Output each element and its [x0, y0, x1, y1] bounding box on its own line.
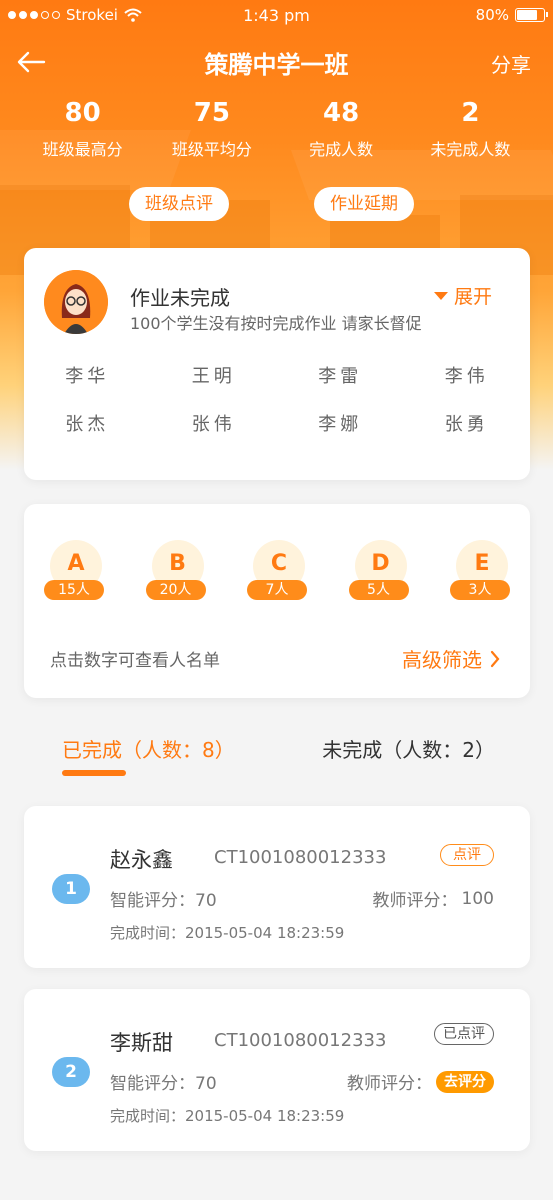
- grade-count[interactable]: 20人: [145, 580, 206, 600]
- stat-uncompleted-count: 2 未完成人数: [415, 98, 525, 160]
- teacher-score: 教师评分： 100: [372, 886, 494, 912]
- class-review-button[interactable]: 班级点评: [129, 187, 229, 221]
- homework-delay-button[interactable]: 作业延期: [314, 187, 414, 221]
- page-title: 策腾中学一班: [204, 51, 349, 79]
- avatar: [44, 270, 108, 334]
- stat-avg-score: 75 班级平均分: [157, 98, 267, 160]
- grade-item-a[interactable]: A 15人: [44, 540, 108, 604]
- review-button[interactable]: 点评: [440, 844, 494, 866]
- student-name[interactable]: 王明: [151, 362, 278, 388]
- student-id: CT1001080012333: [214, 1030, 387, 1051]
- student-id: CT1001080012333: [214, 847, 387, 868]
- list-item[interactable]: 2 李斯甜 CT1001080012333 已点评 智能评分：70 教师评分： …: [24, 989, 530, 1151]
- student-name: 赵永鑫: [110, 848, 173, 872]
- index-badge: 2: [52, 1057, 90, 1087]
- completion-tabs: 已完成（人数：8） 未完成（人数：2）: [0, 730, 553, 780]
- student-name[interactable]: 张伟: [151, 410, 278, 436]
- teacher-score-value: 100: [461, 888, 494, 909]
- battery-icon: [515, 8, 548, 22]
- stat-label: 班级最高分: [42, 140, 123, 159]
- stat-completed-count: 48 完成人数: [286, 98, 396, 160]
- reviewed-badge: 已点评: [434, 1023, 494, 1045]
- student-name[interactable]: 李娜: [277, 410, 404, 436]
- teacher-score-label: 教师评分：: [372, 891, 458, 911]
- go-score-button[interactable]: 去评分: [436, 1070, 494, 1093]
- grade-item-b[interactable]: B 20人: [145, 540, 210, 604]
- stat-label: 未完成人数: [430, 140, 511, 159]
- student-name[interactable]: 李华: [24, 362, 151, 388]
- grade-item-e[interactable]: E 3人: [450, 540, 514, 604]
- stat-value: 2: [461, 98, 480, 128]
- stat-max-score: 80 班级最高分: [28, 98, 138, 160]
- stat-value: 80: [64, 98, 101, 128]
- grade-count[interactable]: 15人: [44, 580, 104, 600]
- completion-time: 完成时间：2015-05-04 18:23:59: [110, 1107, 345, 1125]
- advanced-filter-label: 高级筛选: [402, 648, 482, 672]
- student-name[interactable]: 张杰: [24, 410, 151, 436]
- active-tab-indicator: [62, 770, 126, 776]
- share-button[interactable]: 分享: [491, 49, 531, 78]
- grade-count[interactable]: 5人: [348, 580, 409, 600]
- caret-down-icon: [433, 291, 448, 300]
- student-name[interactable]: 李雷: [277, 362, 404, 388]
- grade-count[interactable]: 3人: [450, 580, 510, 600]
- smart-score: 智能评分：70: [110, 891, 217, 911]
- stat-label: 班级平均分: [171, 140, 252, 159]
- student-name[interactable]: 张勇: [404, 410, 531, 436]
- expand-button[interactable]: 展开: [433, 282, 492, 309]
- unfinished-name-list: 李华 王明 李雷 李伟 张杰 张伟 李娜 张勇: [24, 362, 530, 436]
- grade-item-c[interactable]: C 7人: [247, 540, 311, 604]
- grade-item-d[interactable]: D 5人: [348, 540, 413, 604]
- grade-count[interactable]: 7人: [247, 580, 307, 600]
- stat-value: 75: [193, 98, 230, 128]
- status-bar: Strokei 1:43 pm 80%: [0, 0, 553, 30]
- stat-value: 48: [323, 98, 360, 128]
- unfinished-title: 作业未完成: [130, 286, 230, 310]
- class-stats: 80 班级最高分 75 班级平均分 48 完成人数 2 未完成人数: [0, 98, 553, 160]
- unfinished-card: 作业未完成 100个学生没有按时完成作业 请家长督促 展开 李华 王明 李雷 李…: [24, 248, 530, 480]
- index-badge: 1: [52, 874, 90, 904]
- grade-hint: 点击数字可查看人名单: [50, 651, 220, 671]
- teacher-score-label: 教师评分：: [347, 1074, 432, 1094]
- expand-label: 展开: [453, 286, 492, 308]
- completion-time: 完成时间：2015-05-04 18:23:59: [110, 924, 345, 942]
- teacher-score: 教师评分： 去评分: [347, 1069, 494, 1094]
- advanced-filter-link[interactable]: 高级筛选: [402, 644, 500, 673]
- grade-list: A 15人 B 20人 C 7人 D 5人 E 3人: [44, 540, 514, 604]
- student-name: 李斯甜: [110, 1031, 173, 1055]
- student-name[interactable]: 李伟: [404, 362, 531, 388]
- tab-completed[interactable]: 已完成（人数：8）: [62, 734, 235, 763]
- smart-score: 智能评分：70: [110, 1074, 217, 1094]
- list-item[interactable]: 1 赵永鑫 CT1001080012333 点评 智能评分：70 教师评分： 1…: [24, 806, 530, 968]
- battery-percent: 80%: [475, 6, 509, 24]
- navigation-bar: 策腾中学一班 分享: [0, 40, 553, 84]
- status-time: 1:43 pm: [243, 6, 310, 25]
- grade-distribution-card: A 15人 B 20人 C 7人 D 5人 E 3人 点击数字可查看人名单 高级…: [24, 504, 530, 698]
- chevron-right-icon: [490, 650, 500, 667]
- tab-uncompleted[interactable]: 未完成（人数：2）: [322, 734, 495, 763]
- unfinished-description: 100个学生没有按时完成作业 请家长督促: [130, 314, 422, 333]
- stat-label: 完成人数: [309, 140, 374, 159]
